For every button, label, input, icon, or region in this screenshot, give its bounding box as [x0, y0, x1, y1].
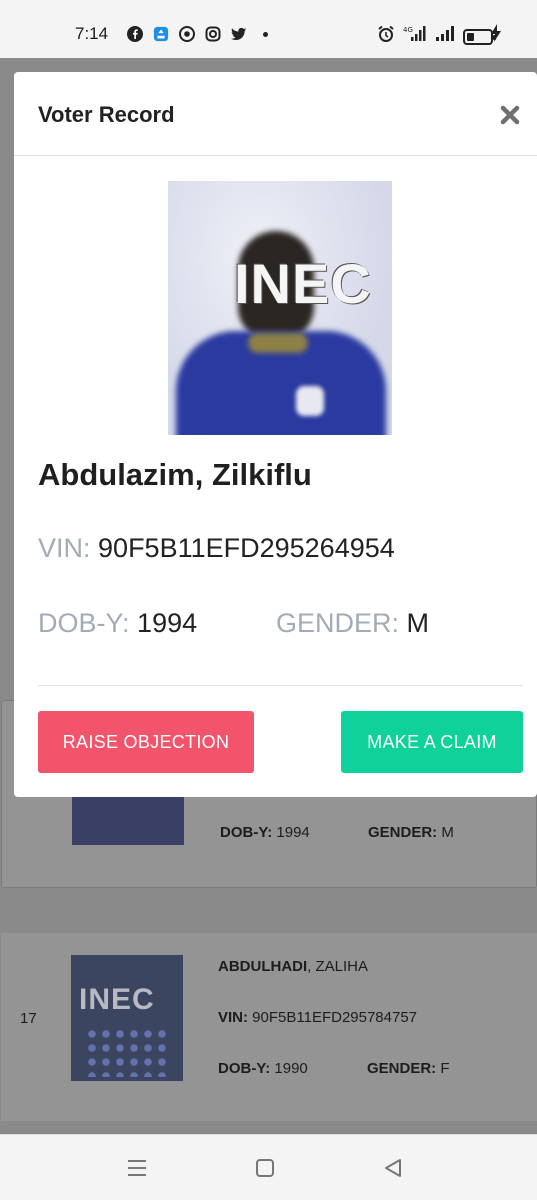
navigation-bar	[0, 1134, 537, 1200]
voter-photo: INEC	[168, 181, 392, 435]
instagram-icon	[205, 26, 221, 42]
back-button[interactable]	[381, 1157, 405, 1179]
gender-field: GENDER: M	[276, 608, 429, 639]
dob-field: DOB-Y: 1994	[38, 608, 197, 639]
list-item-dob: DOB-Y: 1990	[218, 1060, 308, 1077]
signal-icon	[435, 25, 455, 48]
svg-text:4G: 4G	[403, 26, 413, 34]
more-notifications-dot	[263, 31, 268, 37]
modal-header: Voter Record	[14, 72, 537, 156]
list-item-gender: GENDER: M	[368, 824, 454, 841]
back-triangle-icon	[385, 1159, 401, 1177]
recents-button[interactable]	[125, 1157, 149, 1179]
gender-label: GENDER:	[276, 608, 400, 638]
status-bar: 7:14 4G	[0, 0, 537, 58]
dob-value: 1994	[137, 608, 198, 638]
dob-label: DOB-Y:	[38, 608, 130, 638]
list-item-index: 17	[20, 1010, 37, 1027]
4g-signal-icon: 4G	[403, 25, 427, 48]
close-icon	[500, 105, 520, 125]
voter-thumbnail: INEC	[71, 955, 183, 1081]
modal-title: Voter Record	[38, 102, 175, 127]
system-icons: 4G	[377, 25, 496, 48]
close-button[interactable]	[497, 102, 523, 128]
vin-field: VIN: 90F5B11EFD295264954	[38, 533, 395, 564]
list-item-gender: GENDER: F	[367, 1060, 450, 1077]
twitter-icon	[231, 26, 247, 42]
menu-icon	[128, 1160, 146, 1176]
raise-objection-button[interactable]: RAISE OBJECTION	[38, 711, 254, 773]
photo-watermark: INEC	[234, 252, 372, 315]
list-item-dob: DOB-Y: 1994	[220, 824, 310, 841]
alarm-icon	[377, 25, 395, 48]
chrome-icon	[179, 26, 195, 42]
charging-icon	[491, 24, 501, 47]
voter-record-modal: Voter Record INEC Abdulazim, Zilkiflu VI…	[14, 72, 537, 797]
divider	[38, 685, 523, 686]
home-button[interactable]	[253, 1157, 277, 1179]
battery-icon	[463, 28, 496, 45]
voter-name: Abdulazim, Zilkiflu	[38, 457, 312, 492]
facebook-icon	[127, 26, 143, 42]
home-square-icon	[256, 1159, 274, 1177]
list-item-name: ABDULHADI, ZALIHA	[218, 958, 369, 975]
voter-thumbnail	[72, 797, 184, 845]
gender-value: M	[406, 608, 430, 638]
list-item-vin: VIN: 90F5B11EFD295784757	[218, 1009, 418, 1026]
notification-icons	[127, 26, 268, 42]
vin-value: 90F5B11EFD295264954	[98, 533, 395, 563]
make-claim-button[interactable]: MAKE A CLAIM	[341, 711, 523, 773]
status-time: 7:14	[75, 24, 109, 43]
app-store-icon	[153, 26, 169, 42]
vin-label: VIN:	[38, 533, 91, 563]
